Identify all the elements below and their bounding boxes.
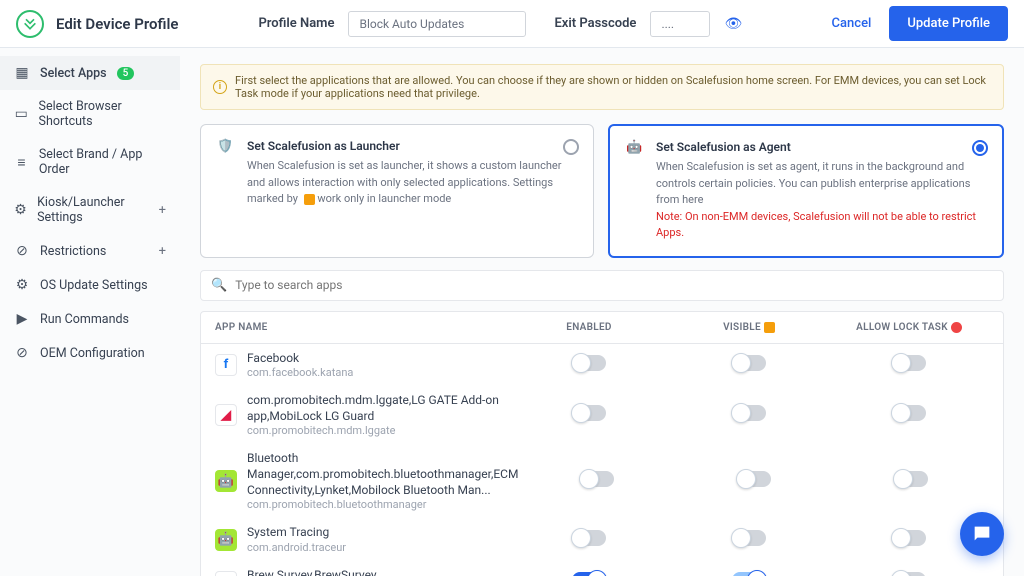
- sidebar-label: Select Brand / App Order: [39, 147, 166, 177]
- app-icon: S: [215, 571, 237, 576]
- agent-radio[interactable]: [972, 140, 988, 156]
- toggle[interactable]: [732, 572, 766, 576]
- sidebar: ▦ Select Apps 5 ▭ Select Browser Shortcuts ≡ S…: [0, 48, 180, 576]
- profile-name-input[interactable]: [348, 11, 526, 37]
- sidebar-badge: 5: [117, 67, 135, 80]
- toggle[interactable]: [732, 405, 766, 421]
- app-row: f Facebookcom.facebook.katana: [201, 344, 1003, 387]
- toggle[interactable]: [892, 530, 926, 546]
- lock-task-info-icon: [951, 322, 962, 333]
- brand-icon: ≡: [14, 154, 29, 171]
- restrict-icon: ⊘: [14, 243, 30, 259]
- agent-card-title: Set Scalefusion as Agent: [656, 140, 986, 154]
- sidebar-label: Select Browser Shortcuts: [39, 99, 166, 129]
- info-banner: i First select the applications that are…: [200, 64, 1004, 110]
- app-icon: f: [215, 354, 237, 376]
- passcode-visibility-icon[interactable]: 👁: [724, 16, 742, 32]
- kiosk-icon: ⚙: [14, 202, 27, 218]
- search-input[interactable]: [235, 278, 993, 292]
- sidebar-label: Restrictions: [40, 244, 106, 259]
- toggle[interactable]: [572, 355, 606, 371]
- sidebar-item-oem-configuration[interactable]: ⊘ OEM Configuration: [0, 336, 180, 370]
- app-row: 🤖 Bluetooth Manager,com.promobitech.bluet…: [201, 444, 1003, 518]
- top-bar: Edit Device Profile Profile Name Exit Pa…: [0, 0, 1024, 48]
- app-name: Brew Survey,BrewSurvey: [247, 568, 392, 576]
- app-row: SBrew Survey,BrewSurveycom.promobitech.b…: [201, 561, 1003, 576]
- exit-passcode-input[interactable]: [650, 11, 710, 37]
- sidebar-item-os-update-settings[interactable]: ⚙ OS Update Settings: [0, 268, 180, 302]
- page-title: Edit Device Profile: [56, 15, 178, 33]
- exit-passcode-label: Exit Passcode: [554, 16, 636, 31]
- col-enabled: ENABLED: [509, 322, 669, 333]
- expand-icon[interactable]: +: [159, 203, 166, 218]
- launcher-card-desc: When Scalefusion is set as launcher, it …: [247, 158, 577, 208]
- sidebar-item-select-brand-app-order[interactable]: ≡ Select Brand / App Order: [0, 138, 180, 186]
- toggle[interactable]: [572, 572, 606, 576]
- toggle[interactable]: [892, 355, 926, 371]
- launcher-mode-card[interactable]: 🛡️ Set Scalefusion as Launcher When Scal…: [200, 124, 594, 258]
- oem-icon: ⊘: [14, 345, 30, 361]
- update-profile-button[interactable]: Update Profile: [889, 6, 1008, 41]
- app-row: 🤖 System Tracingcom.android.traceur: [201, 518, 1003, 561]
- sidebar-item-kiosk-launcher-settings[interactable]: ⚙ Kiosk/Launcher Settings +: [0, 186, 180, 234]
- visible-info-icon: [764, 322, 775, 333]
- agent-mode-card[interactable]: 🤖 Set Scalefusion as Agent When Scalefus…: [608, 124, 1004, 258]
- toggle[interactable]: [737, 471, 771, 487]
- launcher-card-title: Set Scalefusion as Launcher: [247, 139, 577, 153]
- toggle[interactable]: [732, 355, 766, 371]
- col-app-name: APP NAME: [215, 322, 509, 333]
- col-visible: VISIBLE: [669, 322, 829, 333]
- update-icon: ⚙: [14, 277, 30, 293]
- brand-logo: [16, 10, 44, 38]
- profile-name-label: Profile Name: [258, 16, 334, 31]
- apps-icon: ▦: [14, 65, 30, 81]
- app-name: Facebook: [247, 351, 353, 367]
- sidebar-label: OS Update Settings: [40, 278, 148, 293]
- sidebar-item-run-commands[interactable]: ▶ Run Commands: [0, 302, 180, 336]
- cancel-button[interactable]: Cancel: [832, 16, 872, 31]
- sidebar-item-restrictions[interactable]: ⊘ Restrictions +: [0, 234, 180, 268]
- launcher-radio[interactable]: [563, 139, 579, 155]
- app-name: com.promobitech.mdm.lggate,LG GATE Add-o…: [247, 393, 509, 424]
- app-package: com.facebook.katana: [247, 366, 353, 379]
- app-package: com.promobitech.mdm.lggate: [247, 424, 509, 437]
- search-icon: 🔍: [211, 278, 227, 293]
- sidebar-label: Kiosk/Launcher Settings: [37, 195, 149, 225]
- toggle[interactable]: [892, 405, 926, 421]
- info-text: First select the applications that are a…: [235, 74, 991, 100]
- chat-button[interactable]: [960, 512, 1004, 556]
- toggle[interactable]: [572, 405, 606, 421]
- apps-table-header: APP NAME ENABLED VISIBLE ALLOW LOCK TASK: [201, 312, 1003, 344]
- sidebar-label: Run Commands: [40, 312, 129, 327]
- toggle[interactable]: [892, 572, 926, 576]
- col-lock-task: ALLOW LOCK TASK: [829, 322, 989, 333]
- expand-icon[interactable]: +: [159, 244, 166, 259]
- app-icon: ◢: [215, 404, 237, 426]
- launcher-marker-icon: [304, 194, 315, 205]
- toggle[interactable]: [572, 530, 606, 546]
- agent-icon: 🤖: [626, 140, 644, 158]
- app-name: System Tracing: [247, 525, 346, 541]
- sidebar-item-select-browser-shortcuts[interactable]: ▭ Select Browser Shortcuts: [0, 90, 180, 138]
- app-name: Bluetooth Manager,com.promobitech.blueto…: [247, 451, 518, 498]
- sidebar-label: Select Apps: [40, 66, 107, 81]
- browser-icon: ▭: [14, 106, 29, 122]
- shield-icon: 🛡️: [217, 139, 235, 157]
- app-icon: 🤖: [215, 529, 237, 551]
- app-icon: 🤖: [215, 470, 237, 492]
- apps-search[interactable]: 🔍: [200, 270, 1004, 301]
- app-package: com.promobitech.bluetoothmanager: [247, 498, 518, 511]
- agent-card-desc: When Scalefusion is set as agent, it run…: [656, 159, 986, 242]
- app-package: com.android.traceur: [247, 541, 346, 554]
- run-icon: ▶: [14, 311, 30, 327]
- toggle[interactable]: [580, 471, 614, 487]
- app-row: ◢ com.promobitech.mdm.lggate,LG GATE Add-…: [201, 386, 1003, 444]
- info-icon: i: [213, 80, 227, 94]
- sidebar-item-select-apps[interactable]: ▦ Select Apps 5: [0, 56, 180, 90]
- toggle[interactable]: [894, 471, 928, 487]
- sidebar-label: OEM Configuration: [40, 346, 145, 361]
- toggle[interactable]: [732, 530, 766, 546]
